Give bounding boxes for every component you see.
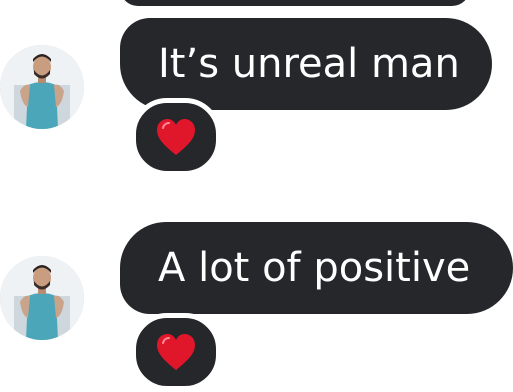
avatar-photo (0, 256, 84, 340)
chat-thread: It’s unreal man A lot of positive (0, 0, 513, 392)
red-heart-icon (157, 119, 195, 155)
previous-message-bubble[interactable] (120, 0, 470, 6)
message-text: A lot of positive (158, 245, 471, 291)
heart-reaction[interactable] (131, 313, 221, 391)
heart-reaction[interactable] (131, 98, 221, 176)
message-bubble[interactable]: A lot of positive (120, 222, 513, 314)
red-heart-icon (157, 334, 195, 370)
avatar[interactable] (0, 256, 84, 340)
message-bubble[interactable]: It’s unreal man (120, 18, 492, 110)
avatar[interactable] (0, 45, 84, 129)
avatar-photo (0, 45, 84, 129)
message-text: It’s unreal man (158, 41, 460, 87)
